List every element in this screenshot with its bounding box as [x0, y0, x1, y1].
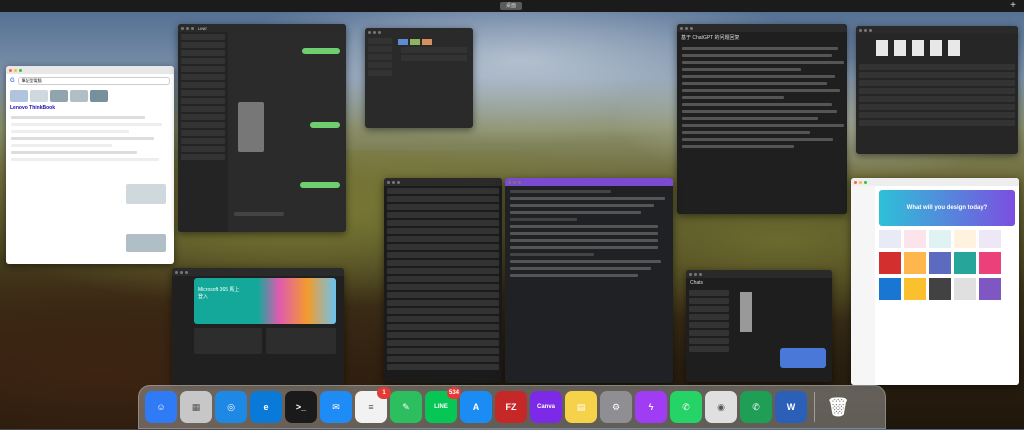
dock-app-mail[interactable]: ✉ [320, 391, 352, 423]
add-desktop-button[interactable]: + [1010, 0, 1016, 12]
filezilla-icon: FZ [505, 402, 517, 412]
desktop-tab[interactable]: 桌面 [500, 2, 522, 10]
word-icon: W [786, 402, 796, 412]
reminders-icon: ≡ [368, 402, 374, 412]
window-settings-dark[interactable] [365, 28, 473, 128]
window-browser-search[interactable]: G 筆記型電腦 Lenovo ThinkBook [6, 66, 174, 264]
system-settings-icon: ⚙ [611, 401, 621, 412]
window-messenger[interactable]: Chats [686, 270, 832, 382]
dock-app-safari[interactable]: ◎ [215, 391, 247, 423]
notification-badge: 1 [377, 387, 391, 399]
edge-icon: e [263, 402, 269, 412]
app-store-icon: A [472, 402, 480, 412]
notification-badge: 534 [447, 387, 461, 399]
document-title: 基于 ChatGPT 的问题回复 [681, 35, 740, 41]
window-title: LINE [198, 25, 207, 31]
launchpad-icon: ▦ [191, 401, 201, 412]
dock-app-evernote[interactable]: ✎ [390, 391, 422, 423]
dock-separator [814, 392, 815, 422]
evernote-icon: ✎ [402, 401, 410, 412]
mission-control-bar: 桌面 + [0, 0, 1024, 12]
dock-app-app-store[interactable]: A [460, 391, 492, 423]
window-files[interactable] [856, 26, 1018, 154]
dock-app-chrome[interactable]: ◉ [705, 391, 737, 423]
file-list [384, 188, 502, 370]
canva-icon: Canva [536, 404, 555, 410]
canva-hero: What will you design today? [879, 190, 1015, 226]
dock-app-messenger[interactable]: ϟ [635, 391, 667, 423]
chrome-icon: ◉ [717, 401, 725, 412]
mail-icon: ✉ [332, 401, 340, 412]
chats-title: Chats [690, 280, 704, 286]
chat-thread [228, 32, 346, 232]
terminal-icon: >_ [295, 402, 307, 412]
messenger-icon: ϟ [648, 402, 654, 412]
dock-app-trash[interactable]: 🗑 [822, 391, 854, 423]
store-banner: Microsoft 365 馬上登入 [194, 278, 336, 324]
dock-app-whatsapp[interactable]: ✆ [670, 391, 702, 423]
google-logo-icon: G [10, 78, 15, 84]
window-canva[interactable]: What will you design today? [851, 178, 1019, 385]
dock-app-edge[interactable]: e [250, 391, 282, 423]
trash-icon: 🗑 [826, 396, 850, 417]
dock-app-notes[interactable]: ▤ [565, 391, 597, 423]
canva-heading: What will you design today? [906, 205, 988, 211]
safari-icon: ◎ [227, 401, 235, 412]
document-body [677, 47, 847, 148]
search-results [6, 116, 174, 161]
dock-app-canva[interactable]: Canva [530, 391, 562, 423]
banner-title: Microsoft 365 馬上登入 [198, 287, 240, 300]
finder-icon: ☺ [156, 402, 166, 412]
notes-icon: ▤ [576, 401, 586, 412]
search-input[interactable]: 筆記型電腦 [17, 77, 170, 85]
window-browser-results[interactable] [505, 178, 673, 383]
dock-app-system-settings[interactable]: ⚙ [600, 391, 632, 423]
dock-app-terminal[interactable]: >_ [285, 391, 317, 423]
window-microsoft-store[interactable]: Microsoft 365 馬上登入 [172, 268, 344, 385]
window-line-chat[interactable]: LINE [178, 24, 346, 232]
line-icon: LINE [434, 404, 448, 410]
product-image [126, 184, 166, 204]
dock-app-filezilla[interactable]: FZ [495, 391, 527, 423]
search-results-dark [505, 190, 673, 277]
whatsapp-icon: ✆ [682, 401, 690, 412]
dock: ☺ ▦ ◎ e >_ ✉ ≡ 1 ✎ LINE 534 A FZ Canva ▤ ⚙ ϟ ✆ ◉ ✆ W 🗑 [138, 385, 886, 429]
window-document[interactable]: 基于 ChatGPT 的问题回复 [677, 24, 847, 214]
dock-app-reminders[interactable]: ≡ 1 [355, 387, 391, 423]
window-file-manager[interactable] [384, 178, 502, 383]
product-image [126, 234, 166, 252]
chat-list [178, 32, 228, 232]
dock-app-line[interactable]: LINE 534 [425, 387, 461, 423]
dock-app-word[interactable]: W [775, 391, 807, 423]
dock-app-whatsapp-business[interactable]: ✆ [740, 391, 772, 423]
dock-app-launchpad[interactable]: ▦ [180, 391, 212, 423]
whatsapp-business-icon: ✆ [752, 401, 760, 412]
dock-app-finder[interactable]: ☺ [145, 391, 177, 423]
result-heading: Lenovo ThinkBook [10, 105, 55, 111]
